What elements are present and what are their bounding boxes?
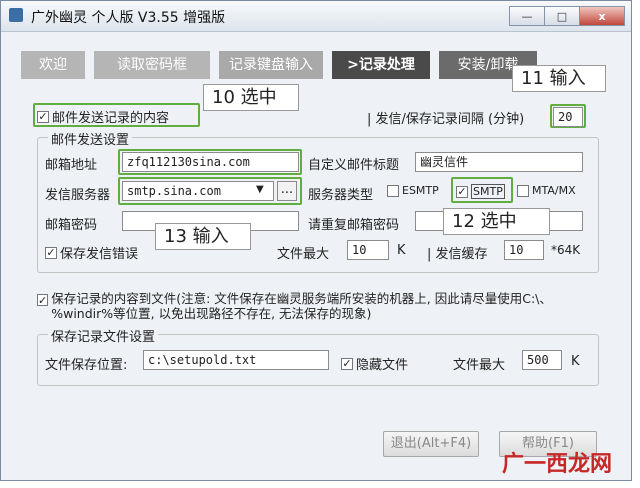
tab-record-processing[interactable]: >记录处理 [332,51,430,79]
send-buffer-label: | 发信缓存 [427,247,488,262]
callout-13: 13 输入 [155,223,251,250]
callout-12: 12 选中 [443,208,550,235]
mail-record-label: 邮件发送记录的内容 [52,111,170,126]
file-max-input[interactable]: 10 [347,240,389,260]
maximize-button[interactable]: □ [544,6,580,26]
save-record-checkbox[interactable]: ✓ [37,294,49,307]
tab-read-password[interactable]: 读取密码框 [94,51,210,79]
custom-title-label: 自定义邮件标题 [308,158,400,173]
send-buffer-input[interactable]: 10 [504,240,544,260]
tab-keyboard-record[interactable]: 记录键盘输入 [219,51,323,79]
save-error-label: 保存发信错误 [60,247,139,262]
server-type-label: 服务器类型 [308,188,374,203]
mail-address-input[interactable]: zfq112130sina.com [122,152,299,172]
custom-title-input[interactable]: 幽灵信件 [415,152,583,172]
mail-server-label: 发信服务器 [45,188,111,203]
mail-password-label: 邮箱密码 [45,218,98,233]
hidden-file-label: 隐藏文件 [356,358,409,373]
chevron-down-icon[interactable]: ▼ [256,184,264,195]
file-max2-input[interactable]: 500 [522,350,562,370]
mail-address-label: 邮箱地址 [45,158,98,173]
tab-bar: 欢迎 读取密码框 记录键盘输入 >记录处理 安装/卸载 [21,51,546,79]
file-max-unit: K [397,243,406,258]
browse-server-button[interactable]: ... [277,181,297,201]
esmtp-checkbox[interactable] [387,184,399,197]
app-icon [9,8,23,22]
file-max2-label: 文件最大 [453,358,506,373]
window-title: 广外幽灵 个人版 V3.55 增强版 [31,10,226,26]
file-settings-legend: 保存记录文件设置 [48,326,159,345]
save-error-checkbox[interactable]: ✓ [45,246,57,259]
exit-button[interactable]: 退出(Alt+F4) [383,431,479,457]
file-location-label: 文件保存位置: [45,358,128,373]
file-max-label: 文件最大 [277,247,330,262]
repeat-password-label: 请重复邮箱密码 [308,218,400,233]
interval-label: | 发信/保存记录间隔 (分钟) [367,112,525,127]
mta-checkbox[interactable] [517,184,529,197]
interval-input[interactable]: 20 [553,107,583,127]
close-button[interactable]: x [579,6,625,26]
file-location-input[interactable]: c:\setupold.txt [143,350,329,370]
minimize-button[interactable]: — [509,6,545,26]
hidden-file-checkbox[interactable]: ✓ [341,357,353,370]
esmtp-label: ESMTP [402,184,439,197]
save-record-label: 保存记录的内容到文件(注意: 文件保存在幽灵服务端所安装的机器上, 因此请尽量使… [51,291,552,321]
callout-10: 10 选中 [203,84,299,111]
smtp-checkbox[interactable]: ✓ [456,185,468,198]
smtp-label: SMTP [471,184,505,199]
mta-label: MTA/MX [532,184,576,197]
send-buffer-unit: *64K [551,243,581,257]
callout-11: 11 输入 [512,65,606,92]
title-bar: 广外幽灵 个人版 V3.55 增强版 — □ x [1,1,631,32]
tab-welcome[interactable]: 欢迎 [21,51,85,79]
mail-settings-legend: 邮件发送设置 [48,129,133,148]
file-max2-unit: K [571,354,580,369]
watermark-logo: 广一西龙网 [501,452,612,477]
mail-server-select[interactable]: smtp.sina.com [122,181,274,201]
mail-record-checkbox[interactable]: ✓ [37,110,49,123]
